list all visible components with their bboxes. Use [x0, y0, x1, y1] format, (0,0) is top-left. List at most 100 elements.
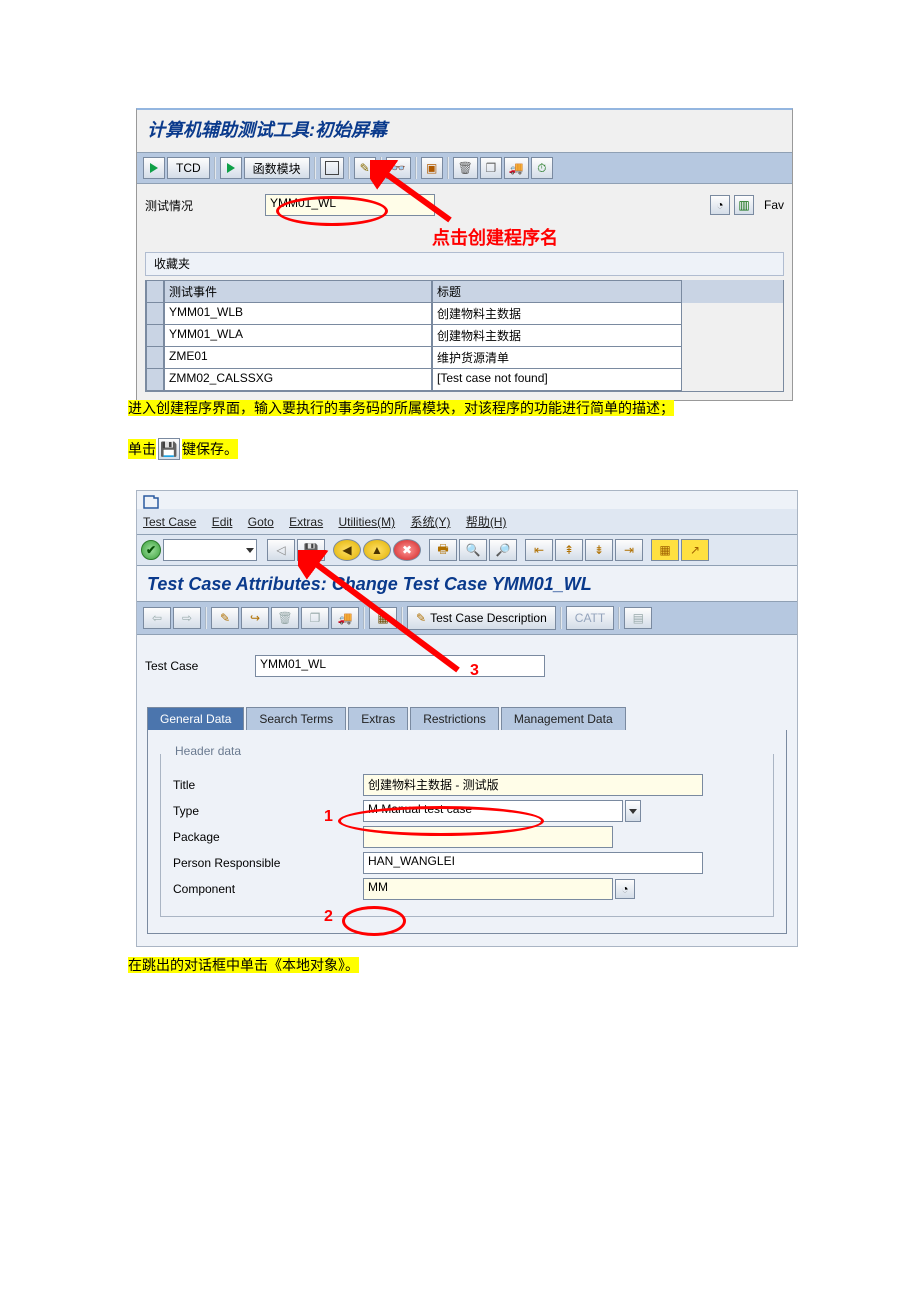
title-label: Title: [173, 778, 363, 792]
back-left-icon[interactable]: ◁: [267, 539, 295, 561]
test-case-row: Test Case YMM01_WL: [137, 635, 797, 687]
test-status-label: 测试情况: [145, 197, 265, 214]
test-case-desc-button[interactable]: ✎Test Case Description: [407, 606, 556, 630]
annotation-number-2: 2: [324, 908, 333, 926]
transport-icon[interactable]: 🚚: [504, 157, 529, 179]
tab-management-data[interactable]: Management Data: [501, 707, 626, 730]
component-label: Component: [173, 882, 363, 896]
tab-restrictions[interactable]: Restrictions: [410, 707, 499, 730]
command-field[interactable]: [163, 539, 257, 561]
row-handle[interactable]: [146, 347, 164, 369]
row-handle[interactable]: [146, 369, 164, 391]
annotation-number-3: 3: [470, 662, 479, 680]
row-handle[interactable]: [146, 303, 164, 325]
search-help-icon[interactable]: ◔: [710, 195, 730, 215]
row-handle[interactable]: [146, 325, 164, 347]
col-event: 测试事件: [164, 280, 432, 303]
execute-icon[interactable]: ⏱: [531, 157, 553, 179]
delete-icon[interactable]: 🗑: [453, 157, 478, 179]
table-row[interactable]: ZMM02_CALSSXG [Test case not found]: [146, 369, 783, 391]
cell-event: YMM01_WLA: [164, 325, 432, 347]
tcd-arrow-icon[interactable]: [143, 157, 165, 179]
menu-edit[interactable]: Edit: [212, 515, 233, 529]
title-field[interactable]: 创建物料主数据 - 测试版: [363, 774, 703, 796]
find-next-icon[interactable]: 🔎: [489, 539, 517, 561]
package-field[interactable]: [363, 826, 613, 848]
tree-icon[interactable]: ▥: [734, 195, 754, 215]
back-icon[interactable]: ◀: [333, 539, 361, 561]
save-icon[interactable]: 💾: [297, 539, 325, 561]
exit-icon[interactable]: ▲: [363, 539, 391, 561]
window-title-1: 计算机辅助测试工具:初始屏幕: [137, 110, 792, 153]
menu-extras[interactable]: Extras: [289, 515, 323, 529]
table-corner: [146, 280, 164, 303]
copy-icon[interactable]: ❐: [480, 157, 502, 179]
annotation-callout-1: 点击创建程序名: [432, 224, 558, 250]
edit-icon[interactable]: ✎: [354, 157, 376, 179]
nav-forward-icon[interactable]: ⇨: [173, 607, 201, 629]
cell-event: ZMM02_CALSSXG: [164, 369, 432, 391]
window-menu-icon[interactable]: [137, 491, 797, 509]
new-session-icon[interactable]: ▦: [651, 539, 679, 561]
test-status-row: 测试情况 YMM01_WL ◔ ▥ Fav: [137, 184, 792, 222]
menu-goto[interactable]: Goto: [248, 515, 274, 529]
component-field[interactable]: MM: [363, 878, 613, 900]
instruction-line-1: 进入创建程序界面，输入要执行的事务码的所属模块，对该程序的功能进行简单的描述；: [128, 398, 674, 418]
col-title: 标题: [432, 280, 682, 303]
cell-event: YMM01_WLB: [164, 303, 432, 325]
new-icon[interactable]: [320, 157, 344, 179]
export-icon[interactable]: ▣: [421, 157, 443, 179]
nav-back-icon[interactable]: ⇦: [143, 607, 171, 629]
tcd-button[interactable]: TCD: [167, 157, 210, 179]
menu-utilities[interactable]: Utilities(M): [338, 515, 395, 529]
menu-system[interactable]: 系统(Y): [410, 515, 450, 529]
cell-event: ZME01: [164, 347, 432, 369]
header-data-group: Header data Title 创建物料主数据 - 测试版 Type M M…: [160, 754, 774, 917]
list-icon[interactable]: ▤: [624, 607, 652, 629]
fn-arrow-icon[interactable]: [220, 157, 242, 179]
catt-button[interactable]: CATT: [566, 606, 614, 630]
check-icon[interactable]: ▦: [369, 607, 397, 629]
type-dropdown-icon[interactable]: [625, 800, 641, 822]
prev-page-icon[interactable]: ⇞: [555, 539, 583, 561]
component-search-help-icon[interactable]: ◔: [615, 879, 635, 899]
cell-title: 维护货源清单: [432, 347, 682, 369]
menu-help[interactable]: 帮助(H): [466, 515, 507, 529]
first-page-icon[interactable]: ⇤: [525, 539, 553, 561]
next-page-icon[interactable]: ⇟: [585, 539, 613, 561]
person-responsible-label: Person Responsible: [173, 856, 363, 870]
app-toolbar: ✔ ◁ 💾 ◀ ▲ ✖ 🖶 🔍 🔎 ⇤ ⇞ ⇟ ⇥ ▦ ↗: [137, 535, 797, 566]
annotation-number-1: 1: [324, 808, 333, 826]
find-icon[interactable]: 🔍: [459, 539, 487, 561]
shortcut-icon[interactable]: ↗: [681, 539, 709, 561]
tab-general-data[interactable]: General Data: [147, 707, 244, 730]
other-object-icon[interactable]: ↪: [241, 607, 269, 629]
table-row[interactable]: ZME01 维护货源清单: [146, 347, 783, 369]
screenshot-catt-initial: 计算机辅助测试工具:初始屏幕 TCD 函数模块 ✎ 👓 ▣ 🗑 ❐ 🚚 ⏱ 测试…: [136, 108, 793, 401]
enter-icon[interactable]: ✔: [141, 540, 161, 560]
test-status-input[interactable]: YMM01_WL: [265, 194, 435, 216]
fn-module-button[interactable]: 函数模块: [244, 157, 310, 179]
type-field[interactable]: M Manual test case: [363, 800, 623, 822]
display-icon[interactable]: 👓: [386, 157, 411, 179]
favorites-table: 测试事件 标题 YMM01_WLB 创建物料主数据 YMM01_WLA 创建物料…: [145, 280, 784, 392]
transport-icon-2[interactable]: 🚚: [331, 607, 359, 629]
screenshot-test-case-attrs: Test Case Edit Goto Extras Utilities(M) …: [136, 490, 798, 947]
fav-label: Fav: [764, 198, 784, 212]
print-icon[interactable]: 🖶: [429, 539, 457, 561]
table-row[interactable]: YMM01_WLA 创建物料主数据: [146, 325, 783, 347]
delete-icon-2[interactable]: 🗑: [271, 607, 299, 629]
person-responsible-field[interactable]: HAN_WANGLEI: [363, 852, 703, 874]
cancel-icon[interactable]: ✖: [393, 539, 421, 561]
cell-title: [Test case not found]: [432, 369, 682, 391]
tab-extras[interactable]: Extras: [348, 707, 408, 730]
copy-icon-2[interactable]: ❐: [301, 607, 329, 629]
test-case-value[interactable]: YMM01_WL: [255, 655, 545, 677]
cell-title: 创建物料主数据: [432, 325, 682, 347]
tab-search-terms[interactable]: Search Terms: [246, 707, 346, 730]
last-page-icon[interactable]: ⇥: [615, 539, 643, 561]
table-row[interactable]: YMM01_WLB 创建物料主数据: [146, 303, 783, 325]
menu-test-case[interactable]: Test Case: [143, 515, 196, 529]
type-label: Type: [173, 804, 363, 818]
display-change-icon[interactable]: ✎: [211, 607, 239, 629]
